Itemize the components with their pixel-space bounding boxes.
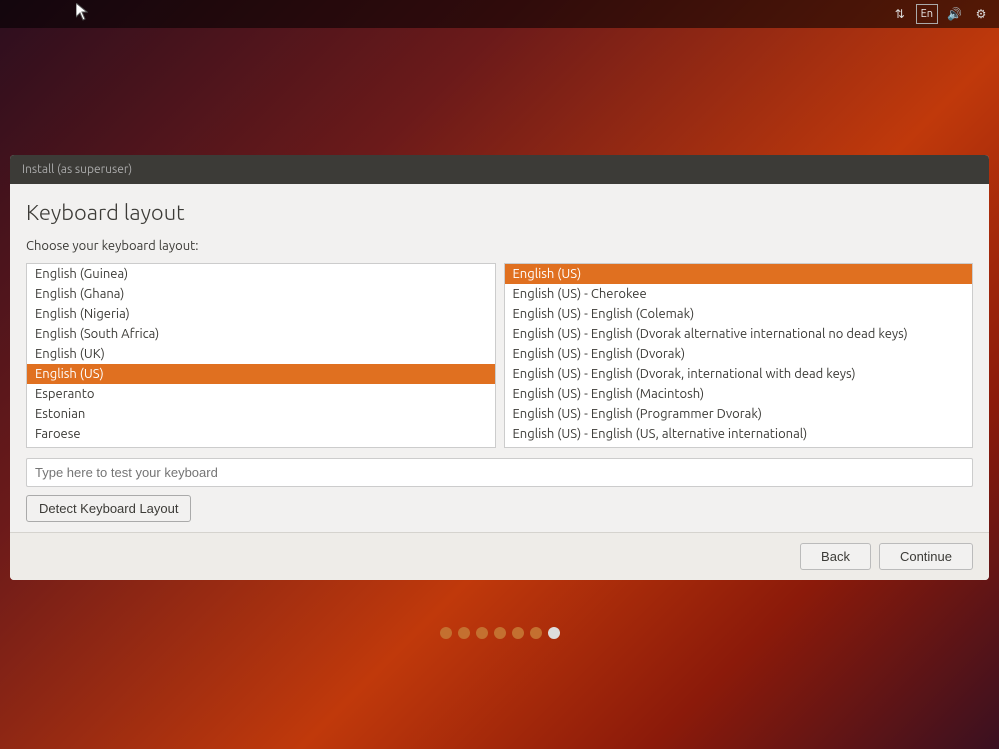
system-settings-icon[interactable]: ⚙ — [971, 4, 991, 24]
list-item[interactable]: English (South Africa) — [27, 324, 495, 344]
list-item-selected[interactable]: English (US) — [27, 364, 495, 384]
continue-button[interactable]: Continue — [879, 543, 973, 570]
sound-icon[interactable]: 🔊 — [944, 4, 965, 24]
title-bar-label: Install (as superuser) — [22, 163, 132, 176]
language-list[interactable]: English (Guinea) English (Ghana) English… — [26, 263, 496, 448]
progress-indicator — [0, 627, 999, 639]
detect-keyboard-button[interactable]: Detect Keyboard Layout — [26, 495, 191, 522]
back-button[interactable]: Back — [800, 543, 871, 570]
list-item[interactable]: English (Guinea) — [27, 264, 495, 284]
progress-dot-7 — [548, 627, 560, 639]
keyboard-test-input[interactable] — [26, 458, 973, 487]
layout-item[interactable]: English (US) - English (Dvorak) — [505, 344, 973, 364]
top-panel: ⇅ En 🔊 ⚙ — [0, 0, 999, 28]
layout-item[interactable]: English (US) - English (Programmer Dvora… — [505, 404, 973, 424]
progress-dot-2 — [458, 627, 470, 639]
progress-dot-6 — [530, 627, 542, 639]
instruction-text: Choose your keyboard layout: — [26, 239, 973, 253]
list-item[interactable]: English (UK) — [27, 344, 495, 364]
bottom-navigation: Back Continue — [10, 532, 989, 580]
panel-icons: ⇅ En 🔊 ⚙ — [890, 4, 991, 24]
layout-item[interactable]: English (US) - English (Colemak) — [505, 304, 973, 324]
list-item[interactable]: English (Nigeria) — [27, 304, 495, 324]
network-icon[interactable]: ⇅ — [890, 4, 910, 24]
content-area: Keyboard layout Choose your keyboard lay… — [10, 184, 989, 532]
list-item[interactable]: Estonian — [27, 404, 495, 424]
list-item[interactable]: Esperanto — [27, 384, 495, 404]
progress-dot-3 — [476, 627, 488, 639]
progress-dot-1 — [440, 627, 452, 639]
layout-item[interactable]: English (US) - Cherokee — [505, 284, 973, 304]
title-bar: Install (as superuser) — [10, 155, 989, 184]
progress-dot-5 — [512, 627, 524, 639]
layout-item[interactable]: English (US) - English (US, internationa… — [505, 444, 973, 448]
keyboard-lists-container: English (Guinea) English (Ghana) English… — [26, 263, 973, 448]
list-item[interactable]: Faroese — [27, 424, 495, 444]
layout-item[interactable]: English (US) - English (Dvorak alternati… — [505, 324, 973, 344]
layout-item[interactable]: English (US) - English (Dvorak, internat… — [505, 364, 973, 384]
list-item[interactable]: Filipino — [27, 444, 495, 448]
progress-dot-4 — [494, 627, 506, 639]
layout-variant-list[interactable]: English (US) English (US) - Cherokee Eng… — [504, 263, 974, 448]
layout-item[interactable]: English (US) - English (Macintosh) — [505, 384, 973, 404]
page-title: Keyboard layout — [26, 200, 973, 225]
installer-window: Install (as superuser) Keyboard layout C… — [10, 155, 989, 580]
layout-item[interactable]: English (US) - English (US, alternative … — [505, 424, 973, 444]
layout-item-selected[interactable]: English (US) — [505, 264, 973, 284]
language-indicator[interactable]: En — [916, 4, 938, 24]
list-item[interactable]: English (Ghana) — [27, 284, 495, 304]
